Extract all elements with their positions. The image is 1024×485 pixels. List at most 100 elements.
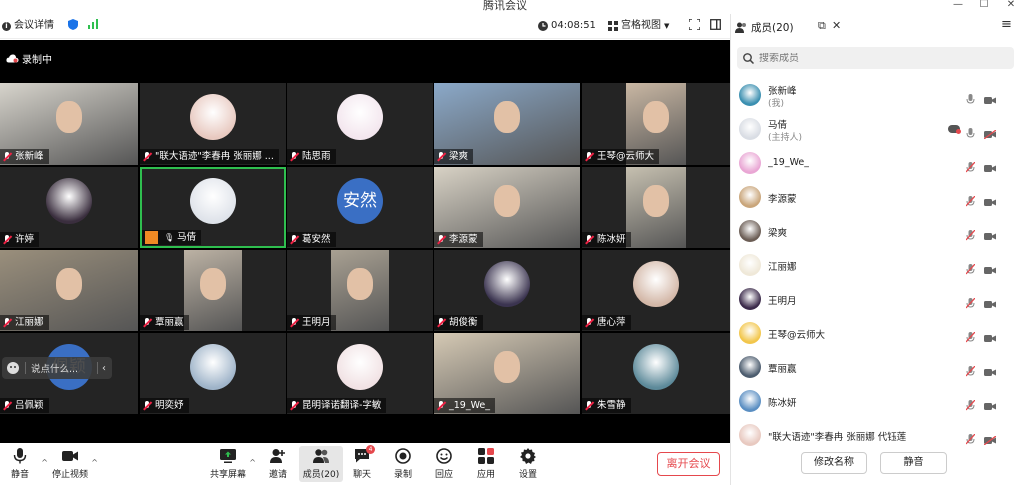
- meeting-info-button[interactable]: i 会议详情: [2, 19, 54, 33]
- invite-button[interactable]: 邀请: [258, 448, 298, 480]
- member-row[interactable]: 李源蒙: [731, 180, 1024, 214]
- participant-tile[interactable]: 李源蒙: [434, 167, 580, 248]
- microphone-icon[interactable]: [966, 124, 975, 143]
- member-name: 陈冰妍: [768, 398, 797, 409]
- signal-icon[interactable]: [88, 19, 99, 29]
- participant-tile[interactable]: 明奕妤: [140, 333, 286, 414]
- participant-tile[interactable]: 陆思雨: [287, 83, 433, 165]
- participant-tile[interactable]: _19_We_: [434, 333, 580, 414]
- leave-meeting-button[interactable]: 离开会议: [657, 452, 720, 476]
- participant-tile[interactable]: 安然 葛安然: [287, 167, 433, 248]
- member-row[interactable]: 梁爽: [731, 214, 1024, 248]
- participant-tile[interactable]: 梁爽: [434, 83, 580, 165]
- close-window-icon[interactable]: ✕: [1003, 0, 1019, 10]
- invite-icon: [270, 449, 285, 463]
- record-button[interactable]: 录制: [383, 448, 423, 480]
- member-row[interactable]: 张新峰 (我): [731, 78, 1024, 112]
- rename-button[interactable]: 修改名称: [801, 452, 867, 474]
- video-options-caret[interactable]: ^: [91, 458, 98, 467]
- share-options-caret[interactable]: ^: [249, 458, 256, 467]
- shield-icon[interactable]: [68, 19, 78, 30]
- member-row[interactable]: 覃丽赢: [731, 350, 1024, 384]
- mic-muted-icon[interactable]: [965, 328, 976, 347]
- mute-member-button[interactable]: 静音: [880, 452, 947, 474]
- close-panel-icon[interactable]: ✕: [832, 19, 841, 32]
- react-button[interactable]: 回应: [424, 448, 464, 480]
- apps-button[interactable]: 应用: [466, 448, 506, 480]
- mic-muted-icon[interactable]: [965, 396, 976, 415]
- settings-button[interactable]: 设置: [508, 448, 548, 480]
- video-camera-icon[interactable]: [984, 328, 996, 347]
- mic-muted-icon[interactable]: [965, 294, 976, 313]
- member-row[interactable]: 王琴@云师大: [731, 316, 1024, 350]
- participant-tile[interactable]: 昆明译诺翻译-字敏: [287, 333, 433, 414]
- participant-avatar: [46, 178, 92, 225]
- mic-muted-icon[interactable]: [965, 226, 976, 245]
- member-avatar: [739, 254, 761, 276]
- video-camera-icon[interactable]: [984, 192, 996, 211]
- participant-tile[interactable]: 唐心萍: [582, 250, 730, 331]
- participant-tile[interactable]: 胡俊衡: [434, 250, 580, 331]
- video-camera-icon[interactable]: [984, 260, 996, 279]
- member-search-box[interactable]: [737, 47, 1014, 69]
- video-camera-icon[interactable]: [984, 294, 996, 313]
- participant-tile[interactable]: "联大语迹"李春冉 张丽娜 ...: [140, 83, 286, 165]
- participant-tile[interactable]: 王明月: [287, 250, 433, 331]
- member-row[interactable]: "联大语迹"李春冉 张丽娜 代钰莲: [731, 418, 1024, 452]
- chat-quick-input[interactable]: 说点什么... ‹: [2, 357, 112, 379]
- participant-tile[interactable]: 王琴@云师大: [582, 83, 730, 165]
- mute-options-caret[interactable]: ^: [41, 458, 48, 467]
- view-mode-dropdown[interactable]: 宫格视图 ▼: [608, 19, 669, 33]
- participant-tile[interactable]: 张新峰: [0, 83, 138, 165]
- participant-name: "联大语迹"李春冉 张丽娜 ...: [155, 151, 274, 162]
- member-row[interactable]: 江丽娜: [731, 248, 1024, 282]
- participant-name: 吕佩颖: [15, 400, 44, 411]
- members-scrollbar[interactable]: [1019, 78, 1023, 438]
- video-camera-icon[interactable]: [984, 226, 996, 245]
- participant-tile[interactable]: 陈冰妍: [582, 167, 730, 248]
- title-bar: 腾讯会议 — ☐ ✕: [0, 0, 1024, 14]
- participant-tile[interactable]: 江丽娜: [0, 250, 138, 331]
- collapse-chat-icon[interactable]: ‹: [102, 363, 106, 374]
- video-camera-icon[interactable]: [984, 90, 996, 109]
- popout-icon[interactable]: ⧉: [818, 19, 826, 33]
- participant-face: [494, 184, 520, 217]
- minimize-icon[interactable]: —: [950, 0, 966, 10]
- member-row[interactable]: 王明月: [731, 282, 1024, 316]
- participant-name: 王琴@云师大: [597, 151, 655, 162]
- side-panel-icon[interactable]: [710, 19, 721, 30]
- video-camera-icon[interactable]: [984, 362, 996, 381]
- stop-video-button[interactable]: 停止视频 ^: [50, 448, 98, 480]
- mic-muted-icon[interactable]: [965, 362, 976, 381]
- member-search-input[interactable]: [759, 52, 999, 64]
- chat-button[interactable]: 4 聊天: [342, 445, 382, 480]
- member-row[interactable]: 陈冰妍: [731, 384, 1024, 418]
- participant-tile[interactable]: 许婷: [0, 167, 138, 248]
- video-off-icon[interactable]: [983, 430, 997, 449]
- mic-muted-icon: [3, 234, 12, 245]
- microphone-icon[interactable]: [966, 90, 975, 109]
- members-icon: [735, 22, 746, 33]
- mic-muted-icon: [143, 317, 152, 328]
- member-row[interactable]: 马倩 (主持人): [731, 112, 1024, 146]
- mute-button[interactable]: 静音 ^: [0, 448, 48, 480]
- mic-muted-icon[interactable]: [965, 158, 976, 177]
- mic-muted-icon[interactable]: [965, 192, 976, 211]
- video-off-icon[interactable]: [983, 124, 997, 143]
- participant-tile[interactable]: 朱雪静: [582, 333, 730, 414]
- emoji-icon[interactable]: [7, 362, 19, 374]
- maximize-icon[interactable]: ☐: [976, 0, 992, 10]
- participant-name-tag: 朱雪静: [582, 398, 631, 413]
- member-row[interactable]: _19_We_: [731, 146, 1024, 180]
- participant-tile[interactable]: 覃丽赢: [140, 250, 286, 331]
- mic-muted-icon[interactable]: [965, 260, 976, 279]
- members-button[interactable]: 成员(20): [299, 446, 343, 482]
- share-screen-button[interactable]: 共享屏幕 ^: [208, 448, 256, 480]
- participant-tile[interactable]: 🎙 马倩: [140, 167, 286, 248]
- video-camera-icon[interactable]: [984, 158, 996, 177]
- participant-name-tag: 陈冰妍: [582, 232, 631, 247]
- menu-icon[interactable]: ≡: [1001, 17, 1012, 32]
- fullscreen-icon[interactable]: [689, 19, 700, 30]
- mic-muted-icon[interactable]: [965, 430, 976, 449]
- video-camera-icon[interactable]: [984, 396, 996, 415]
